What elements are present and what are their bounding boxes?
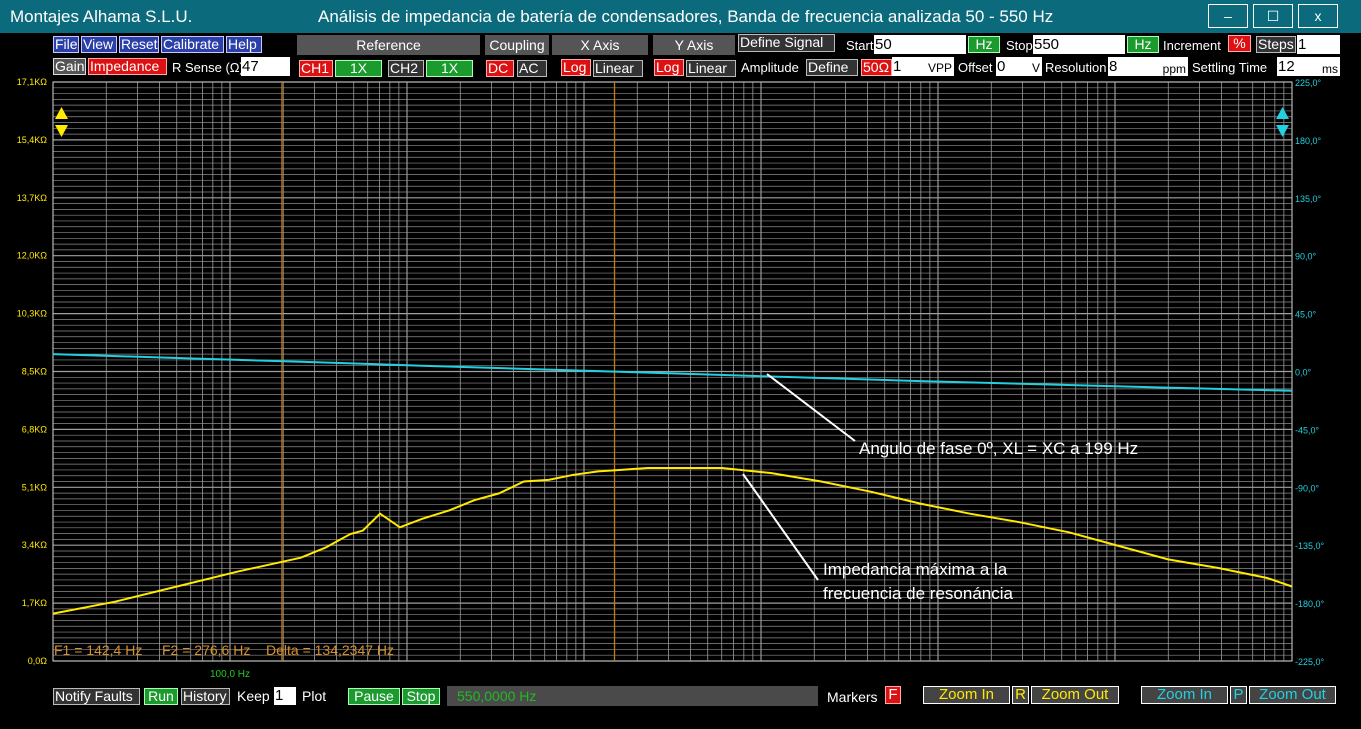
y-right-tick-label: -180,0° xyxy=(1295,599,1325,609)
y-right-tick-label: -225,0° xyxy=(1295,657,1325,667)
y-right-tick-label: 0,0° xyxy=(1295,368,1312,378)
notify-faults-button[interactable]: Notify Faults xyxy=(53,688,140,705)
x-tick-label: 100,0 Hz xyxy=(210,669,250,680)
y-left-tick-label: 1,7KΩ xyxy=(22,598,48,608)
run-button[interactable]: Run xyxy=(144,688,178,705)
left-zoom-out-button[interactable]: Zoom Out xyxy=(1031,686,1119,704)
pause-button[interactable]: Pause xyxy=(348,688,400,705)
right-axis-down-icon[interactable] xyxy=(1275,124,1290,138)
marker-f2-readout: F2 = 276,6 Hz xyxy=(162,642,251,658)
y-left-tick-label: 12,0KΩ xyxy=(17,251,48,261)
y-right-tick-label: 225,0° xyxy=(1295,78,1322,88)
right-p-flag-button[interactable]: P xyxy=(1230,686,1247,704)
app-window: Montajes Alhama S.L.U. Análisis de imped… xyxy=(0,0,1361,729)
y-right-tick-label: 135,0° xyxy=(1295,194,1322,204)
y-right-tick-label: 180,0° xyxy=(1295,136,1322,146)
y-left-tick-label: 3,4KΩ xyxy=(22,540,48,550)
keep-label: Keep xyxy=(237,688,270,704)
markers-label: Markers xyxy=(827,689,878,705)
y-right-tick-label: -90,0° xyxy=(1295,483,1320,493)
y-left-tick-label: 0,0Ω xyxy=(28,656,48,666)
y-left-tick-label: 6,8KΩ xyxy=(22,424,48,434)
y-left-tick-label: 10,3KΩ xyxy=(17,309,48,319)
y-right-tick-label: -45,0° xyxy=(1295,425,1320,435)
plot-label: Plot xyxy=(302,688,327,704)
markers-flag-button[interactable]: F xyxy=(885,686,901,704)
impedance-annotation-line1: Impedancia máxima a la xyxy=(823,560,1008,579)
y-left-tick-label: 17,1KΩ xyxy=(17,77,48,87)
left-axis-up-icon[interactable] xyxy=(54,106,69,120)
y-right-tick-label: 90,0° xyxy=(1295,252,1317,262)
right-axis-up-icon[interactable] xyxy=(1275,106,1290,120)
y-right-tick-label: 45,0° xyxy=(1295,310,1317,320)
phase-annotation: Angulo de fase 0º, XL = XC a 199 Hz xyxy=(859,439,1139,458)
stop-sweep-button[interactable]: Stop xyxy=(402,688,440,705)
frequency-readout: 550,0000 Hz xyxy=(447,686,818,706)
y-left-tick-label: 13,7KΩ xyxy=(17,193,48,203)
marker-delta-readout: Delta = 134,2347 Hz xyxy=(266,642,395,658)
impedance-annotation-line2: frecuencia de resonáncia xyxy=(823,584,1013,603)
y-left-tick-label: 15,4KΩ xyxy=(17,135,48,145)
impedance-phase-chart: 0,0Ω 1,7KΩ 3,4KΩ 5,1KΩ 6,8KΩ 8,5KΩ 10,3KΩ 12,0K… xyxy=(17,77,1325,680)
y-right-tick-label: -135,0° xyxy=(1295,541,1325,551)
left-zoom-in-button[interactable]: Zoom In xyxy=(923,686,1010,704)
right-zoom-out-button[interactable]: Zoom Out xyxy=(1249,686,1336,704)
right-zoom-in-button[interactable]: Zoom In xyxy=(1141,686,1228,704)
keep-input[interactable]: 1 xyxy=(274,687,296,705)
y-left-tick-label: 8,5KΩ xyxy=(22,367,48,377)
y-left-tick-label: 5,1KΩ xyxy=(22,482,48,492)
left-r-flag-button[interactable]: R xyxy=(1012,686,1029,704)
left-axis-down-icon[interactable] xyxy=(54,124,69,138)
history-button[interactable]: History xyxy=(181,688,230,705)
marker-f1-readout: F1 = 142,4 Hz xyxy=(54,642,143,658)
